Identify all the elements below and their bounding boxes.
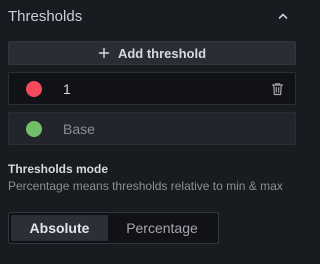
- section-title: Thresholds: [8, 7, 83, 25]
- mode-option-percentage[interactable]: Percentage: [108, 215, 216, 241]
- add-threshold-label: Add threshold: [117, 45, 207, 61]
- thresholds-mode-selector: Absolute Percentage: [8, 212, 219, 244]
- thresholds-mode-title: Thresholds mode: [8, 162, 109, 176]
- threshold-base-label: Base: [63, 120, 95, 137]
- threshold-row: 1: [8, 72, 296, 105]
- trash-icon[interactable]: [270, 82, 284, 96]
- section-header[interactable]: Thresholds: [0, 0, 305, 32]
- mode-option-absolute[interactable]: Absolute: [11, 215, 108, 241]
- thresholds-panel: Thresholds Add threshold 1 Base Threshol…: [0, 0, 305, 264]
- chevron-up-icon[interactable]: [275, 8, 291, 24]
- thresholds-mode-description: Percentage means thresholds relative to …: [8, 179, 283, 193]
- threshold-color-swatch[interactable]: [26, 80, 42, 97]
- threshold-color-swatch[interactable]: [26, 120, 42, 137]
- threshold-row-base: Base: [8, 112, 296, 145]
- add-threshold-button[interactable]: Add threshold: [8, 41, 296, 65]
- threshold-value-input[interactable]: 1: [63, 81, 270, 97]
- plus-icon: [98, 47, 110, 59]
